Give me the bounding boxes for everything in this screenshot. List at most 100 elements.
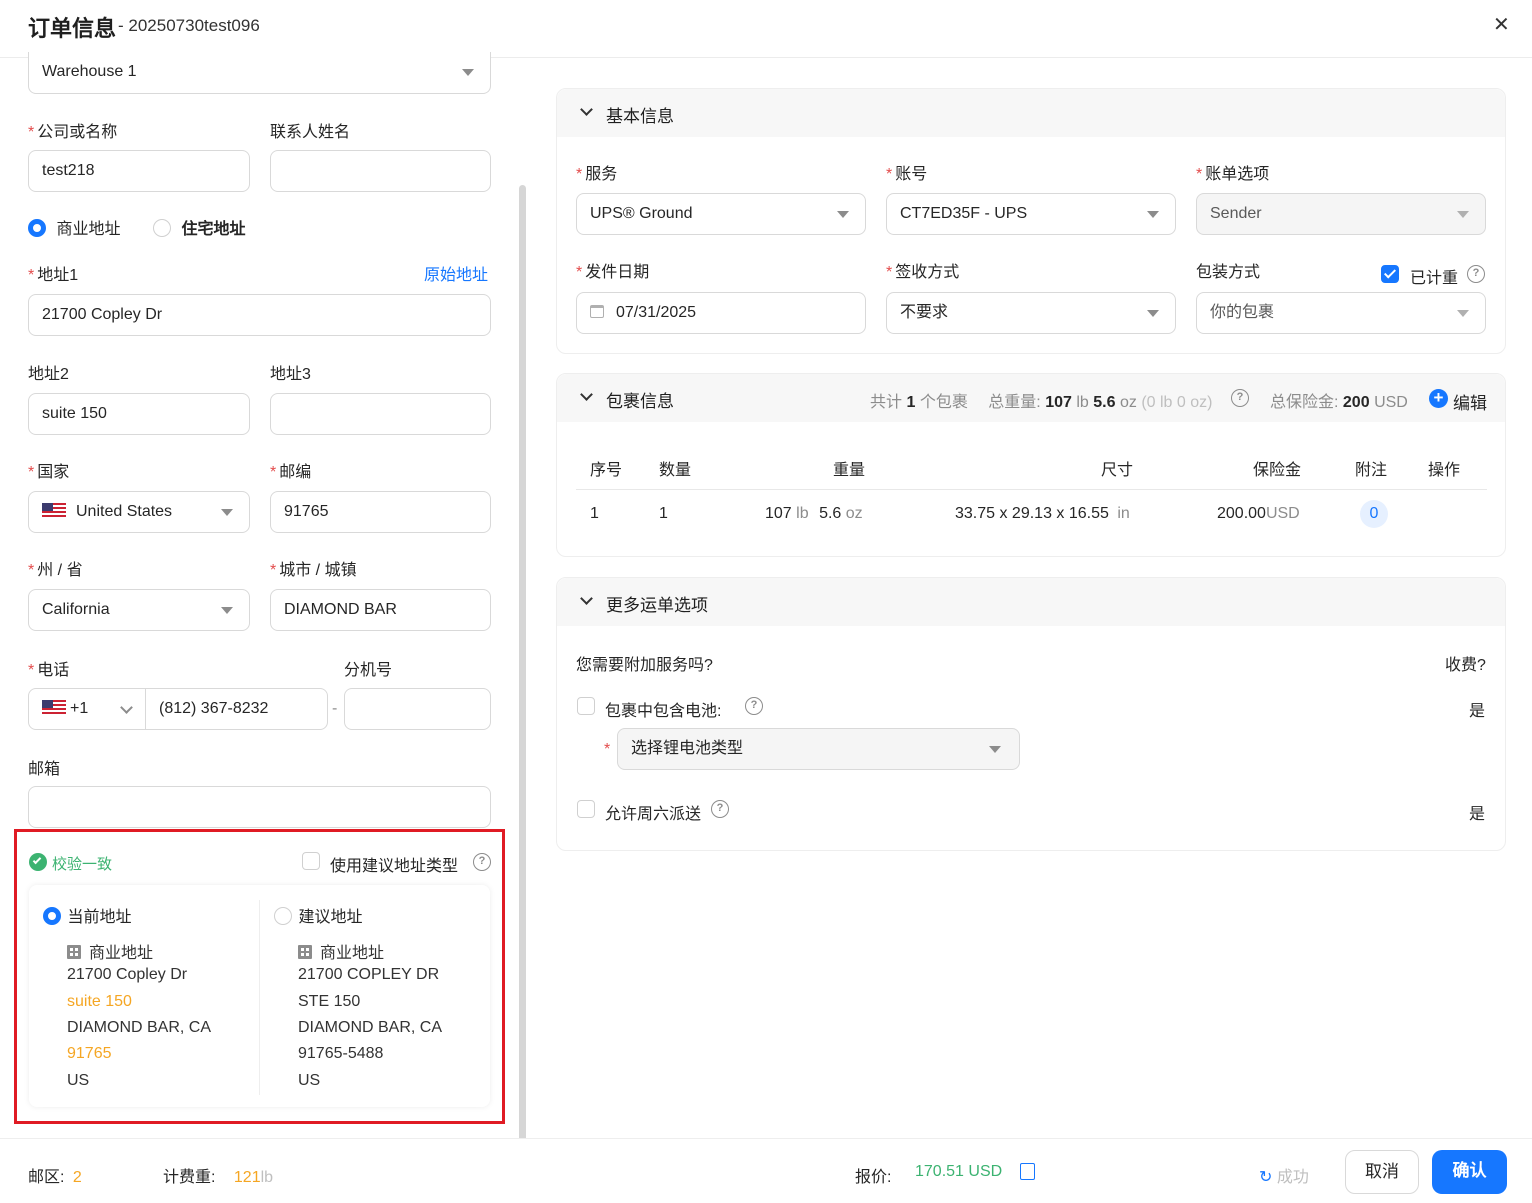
suggested-line4: 91765-5488 [298,1045,384,1062]
current-line4: 91765 [67,1045,112,1062]
basic-info-header[interactable]: 基本信息 [557,89,1505,137]
suggested-line3: DIAMOND BAR, CA [298,1019,443,1036]
col-index: 序号 [590,462,623,479]
help-icon[interactable]: ? [745,697,763,715]
calendar-icon [590,305,604,318]
signature-select[interactable]: 不要求 [886,292,1176,334]
add-edit-icon[interactable]: + [1429,389,1448,408]
ship-date-label: * 发件日期 [576,264,650,281]
cancel-button[interactable]: 取消 [1345,1150,1419,1194]
row-index: 1 [590,505,599,522]
suggested-line1: 21700 COPLEY DR [298,966,440,983]
phone-input[interactable]: (812) 367-8232 [145,688,328,730]
radio-checked-icon[interactable] [43,907,61,925]
row-dims: 33.75 x 29.13 x 16.55 in [955,505,1130,522]
country-label: * 国家 [28,464,70,481]
radio-unchecked-icon[interactable] [153,219,171,237]
radio-checked-icon[interactable] [28,219,46,237]
billable-weight-info: 计费重: 121lb [163,1169,274,1186]
status-success: ↻ 成功 [1259,1169,1309,1186]
chevron-down-icon [1147,310,1159,317]
chevron-down-icon [221,607,233,614]
col-notes: 附注 [1355,462,1388,479]
addr1-label: * 地址1 [28,267,79,284]
col-insurance: 保险金 [1253,462,1302,479]
radio-unchecked-icon[interactable] [274,907,292,925]
state-select[interactable]: California [28,589,250,631]
battery-label: 包裹中包含电池: [605,703,722,720]
signature-label: * 签收方式 [886,264,960,281]
chevron-down-icon[interactable] [580,388,593,401]
battery-checkbox[interactable] [577,697,595,715]
address-type-residential[interactable]: 住宅地址 [153,215,245,239]
dialog-header: 订单信息 - 20250730test096 ✕ [0,0,1532,58]
quote-detail-icon[interactable] [1020,1163,1035,1180]
addr1-input[interactable]: 21700 Copley Dr [28,294,491,336]
current-address-option[interactable]: 当前地址 [43,903,131,927]
chevron-down-icon [1147,211,1159,218]
battery-type-select[interactable]: 选择锂电池类型 [617,728,1020,770]
city-label: * 城市 / 城镇 [270,562,357,579]
current-line5: US [67,1072,90,1089]
phone-country-code-select[interactable]: +1 [28,688,146,730]
help-icon[interactable]: ? [711,800,729,818]
zip-input[interactable]: 91765 [270,491,491,533]
col-qty: 数量 [659,462,692,479]
basic-info-title: 基本信息 [606,107,674,126]
close-icon[interactable]: ✕ [1493,12,1510,37]
chevron-down-icon [989,746,1001,753]
city-input[interactable]: DIAMOND BAR [270,589,491,631]
zone-info: 邮区: 2 [28,1169,82,1186]
company-input[interactable]: test218 [28,150,250,192]
left-scrollbar[interactable] [519,185,526,1138]
confirm-button[interactable]: 确认 [1432,1150,1507,1194]
warehouse-select[interactable]: Warehouse 1 [28,52,491,94]
current-line2: suite 150 [67,993,132,1010]
building-icon [298,945,312,959]
account-select[interactable]: CT7ED35F - UPS [886,193,1176,235]
current-address-type: 商业地址 [67,939,153,963]
battery-charge: 是 [1469,703,1486,720]
weighed-checkbox[interactable] [1381,265,1399,283]
billing-select[interactable]: Sender [1196,193,1486,235]
chevron-down-icon[interactable] [580,592,593,605]
contact-label: 联系人姓名 [270,124,351,141]
help-icon[interactable]: ? [473,853,491,871]
notes-badge[interactable]: 0 [1360,500,1388,528]
use-suggested-checkbox[interactable] [302,852,320,870]
verify-status: 校验一致 [52,856,113,873]
more-options-header[interactable]: 更多运单选项 [557,578,1505,626]
service-label: * 服务 [576,166,618,183]
chevron-down-icon [120,701,133,714]
use-suggested-label: 使用建议地址类型 [330,858,459,875]
addr2-input[interactable]: suite 150 [28,393,250,435]
chevron-down-icon [221,509,233,516]
edit-package-button[interactable]: 编辑 [1453,389,1487,414]
address-type-commercial[interactable]: 商业地址 [28,215,120,239]
package-info-title: 包裹信息 [606,392,674,411]
col-dims: 尺寸 [1101,462,1134,479]
suggested-address-option[interactable]: 建议地址 [274,903,362,927]
packaging-select[interactable]: 你的包裹 [1196,292,1486,334]
country-select[interactable]: United States [28,491,250,533]
contact-input[interactable] [270,150,491,192]
chevron-down-icon[interactable] [580,103,593,116]
help-icon[interactable]: ? [1231,389,1249,407]
account-label: * 账号 [886,166,928,183]
company-label: * 公司或名称 [28,124,118,141]
help-icon[interactable]: ? [1467,265,1485,283]
email-input[interactable] [28,786,491,828]
service-select[interactable]: UPS® Ground [576,193,866,235]
ext-input[interactable] [344,688,491,730]
chevron-down-icon [1457,211,1469,218]
addr3-label: 地址3 [270,366,311,383]
saturday-charge: 是 [1469,806,1486,823]
dialog-title: 订单信息 [28,16,117,41]
saturday-checkbox[interactable] [577,800,595,818]
suggested-address-type: 商业地址 [298,939,384,963]
addr3-input[interactable] [270,393,491,435]
current-line1: 21700 Copley Dr [67,966,188,983]
package-summary: 共计 1 个包裹 总重量: 107 lb 5.6 oz (0 lb 0 oz) [870,394,1213,411]
original-address-link[interactable]: 原始地址 [424,261,488,285]
ship-date-input[interactable]: 07/31/2025 [576,292,866,334]
